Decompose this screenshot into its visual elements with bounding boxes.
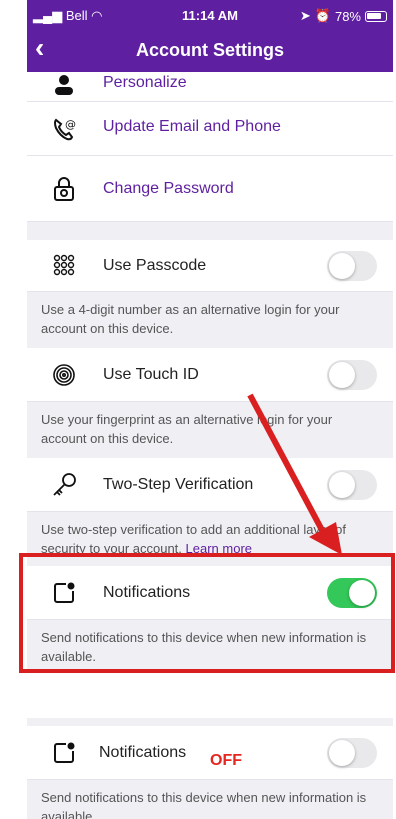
notifications-off-toggle[interactable]: [327, 738, 377, 768]
notification-badge-icon: [49, 738, 79, 768]
annotation-arrows: [247, 393, 342, 769]
off-annotation-label: OFF: [210, 752, 242, 769]
notifications-off-description: Send notifications to this device when n…: [27, 780, 393, 819]
notifications-off-label: Notifications: [99, 744, 187, 761]
